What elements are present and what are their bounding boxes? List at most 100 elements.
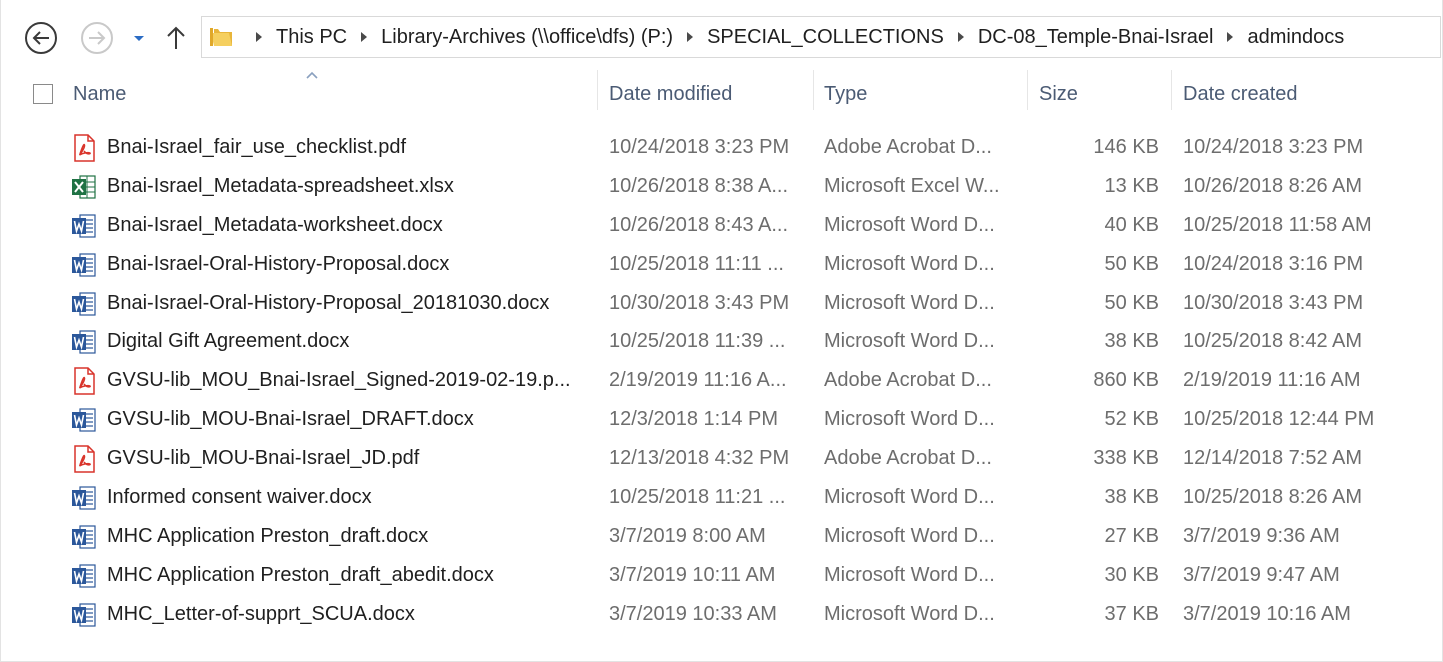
file-name: Digital Gift Agreement.docx <box>107 330 350 353</box>
file-row[interactable]: Bnai-Israel-Oral-History-Proposal_201810… <box>1 284 1443 323</box>
file-size: 38 KB <box>1104 486 1159 509</box>
file-name: GVSU-lib_MOU-Bnai-Israel_DRAFT.docx <box>107 408 474 431</box>
file-date-modified: 3/7/2019 10:33 AM <box>609 602 777 625</box>
navigation-bar: This PC Library-Archives (\\office\dfs) … <box>1 0 1443 70</box>
column-divider[interactable] <box>1171 70 1172 110</box>
file-date-created: 10/26/2018 8:26 AM <box>1183 174 1363 197</box>
file-row[interactable]: MHC_Letter-of-supprt_SCUA.docx 3/7/2019 1… <box>1 595 1443 634</box>
column-divider[interactable] <box>1027 70 1028 110</box>
arrow-left-icon <box>32 31 49 45</box>
file-date-created: 10/25/2018 8:26 AM <box>1183 486 1363 509</box>
file-type: Microsoft Word D... <box>824 486 995 509</box>
file-type: Microsoft Word D... <box>824 602 995 625</box>
file-date-modified: 2/19/2019 11:16 A... <box>609 369 787 392</box>
file-size: 50 KB <box>1104 252 1159 275</box>
file-date-modified: 3/7/2019 8:00 AM <box>609 524 766 547</box>
file-name: Informed consent waiver.docx <box>107 486 372 509</box>
file-size: 146 KB <box>1093 136 1159 158</box>
sort-ascending-icon <box>306 71 318 79</box>
breadcrumb-this-pc[interactable]: This PC <box>276 26 347 49</box>
file-date-modified: 3/7/2019 10:11 AM <box>609 563 776 586</box>
file-row[interactable]: Bnai-Israel_Metadata-spreadsheet.xlsx 10/… <box>1 167 1443 206</box>
column-header-date-created[interactable]: Date created <box>1183 83 1298 106</box>
file-name: Bnai-Israel_Metadata-spreadsheet.xlsx <box>107 174 454 197</box>
word-icon <box>71 484 97 512</box>
column-header-row: Name Date modified Type Size Date create… <box>1 70 1443 120</box>
file-date-created: 10/25/2018 8:42 AM <box>1183 330 1363 353</box>
chevron-right-icon[interactable] <box>357 30 371 44</box>
file-type: Microsoft Word D... <box>824 252 995 275</box>
chevron-right-icon[interactable] <box>1223 30 1237 44</box>
column-header-type[interactable]: Type <box>824 83 867 106</box>
breadcrumb-admindocs[interactable]: admindocs <box>1247 26 1344 49</box>
file-date-created: 10/30/2018 3:43 PM <box>1183 291 1364 314</box>
file-type: Adobe Acrobat D... <box>824 447 992 470</box>
column-header-date-modified[interactable]: Date modified <box>609 83 732 106</box>
pdf-icon <box>71 445 97 473</box>
file-name: MHC_Letter-of-supprt_SCUA.docx <box>107 602 415 625</box>
word-icon <box>71 406 97 434</box>
chevron-right-icon[interactable] <box>683 30 697 44</box>
file-size: 338 KB <box>1093 447 1159 470</box>
breadcrumb-dc-08[interactable]: DC-08_Temple-Bnai-Israel <box>978 26 1214 49</box>
recent-locations-dropdown[interactable] <box>131 30 147 46</box>
file-date-modified: 12/3/2018 1:14 PM <box>609 408 779 431</box>
chevron-right-icon[interactable] <box>252 30 266 44</box>
column-header-size[interactable]: Size <box>1039 83 1078 106</box>
file-row[interactable]: MHC Application Preston_draft_abedit.doc… <box>1 556 1443 595</box>
file-row[interactable]: MHC Application Preston_draft.docx 3/7/20… <box>1 517 1443 556</box>
select-all-checkbox[interactable] <box>33 84 53 104</box>
back-button[interactable] <box>25 22 57 54</box>
file-date-modified: 10/24/2018 3:23 PM <box>609 136 790 158</box>
column-divider[interactable] <box>813 70 814 110</box>
file-date-created: 10/25/2018 11:58 AM <box>1183 213 1372 236</box>
address-bar[interactable]: This PC Library-Archives (\\office\dfs) … <box>201 16 1441 58</box>
file-type: Adobe Acrobat D... <box>824 369 992 392</box>
file-row[interactable]: GVSU-lib_MOU_Bnai-Israel_Signed-2019-02-… <box>1 361 1443 400</box>
file-type: Microsoft Word D... <box>824 563 995 586</box>
file-date-created: 12/14/2018 7:52 AM <box>1183 447 1363 470</box>
file-row[interactable]: GVSU-lib_MOU-Bnai-Israel_DRAFT.docx 12/3/… <box>1 400 1443 439</box>
file-date-created: 10/25/2018 12:44 PM <box>1183 408 1375 431</box>
chevron-right-icon[interactable] <box>954 30 968 44</box>
file-date-modified: 10/26/2018 8:43 A... <box>609 213 789 236</box>
file-type: Microsoft Word D... <box>824 330 995 353</box>
file-date-created: 10/24/2018 3:23 PM <box>1183 136 1364 158</box>
file-row[interactable]: Bnai-Israel_Metadata-worksheet.docx 10/26… <box>1 206 1443 245</box>
word-icon <box>71 251 97 279</box>
file-name: Bnai-Israel_fair_use_checklist.pdf <box>107 136 407 158</box>
file-date-created: 10/24/2018 3:16 PM <box>1183 252 1364 275</box>
file-type: Microsoft Word D... <box>824 213 995 236</box>
file-size: 38 KB <box>1104 330 1159 353</box>
file-type: Adobe Acrobat D... <box>824 136 992 158</box>
word-icon <box>71 328 97 356</box>
file-size: 50 KB <box>1104 291 1159 314</box>
breadcrumb-special-collections[interactable]: SPECIAL_COLLECTIONS <box>707 26 944 49</box>
up-arrow-icon[interactable] <box>165 25 187 51</box>
word-icon <box>71 562 97 590</box>
file-date-created: 2/19/2019 11:16 AM <box>1183 369 1361 392</box>
file-name: GVSU-lib_MOU-Bnai-Israel_JD.pdf <box>107 447 420 470</box>
breadcrumb-library-archives[interactable]: Library-Archives (\\office\dfs) (P:) <box>381 26 673 49</box>
file-size: 37 KB <box>1104 602 1159 625</box>
file-date-modified: 10/26/2018 8:38 A... <box>609 174 789 197</box>
file-size: 30 KB <box>1104 563 1159 586</box>
file-name: GVSU-lib_MOU_Bnai-Israel_Signed-2019-02-… <box>107 369 571 392</box>
column-divider[interactable] <box>597 70 598 110</box>
file-size: 13 KB <box>1104 174 1159 197</box>
folder-icon <box>210 28 232 46</box>
file-name: MHC Application Preston_draft_abedit.doc… <box>107 563 494 586</box>
file-row[interactable]: GVSU-lib_MOU-Bnai-Israel_JD.pdf 12/13/201… <box>1 439 1443 478</box>
file-date-modified: 10/25/2018 11:11 ... <box>609 252 784 275</box>
excel-icon <box>71 173 97 201</box>
forward-button[interactable] <box>81 22 113 54</box>
file-row[interactable]: Bnai-Israel_fair_use_checklist.pdf 10/24/… <box>1 128 1443 167</box>
file-row[interactable]: Informed consent waiver.docx 10/25/2018 1… <box>1 478 1443 517</box>
file-row[interactable]: Bnai-Israel-Oral-History-Proposal.docx 10… <box>1 245 1443 284</box>
column-header-name[interactable]: Name <box>73 83 126 106</box>
file-name: MHC Application Preston_draft.docx <box>107 524 429 547</box>
file-size: 860 KB <box>1093 369 1159 392</box>
word-icon <box>71 601 97 629</box>
arrow-right-icon <box>89 31 106 45</box>
file-row[interactable]: Digital Gift Agreement.docx 10/25/2018 11… <box>1 322 1443 361</box>
